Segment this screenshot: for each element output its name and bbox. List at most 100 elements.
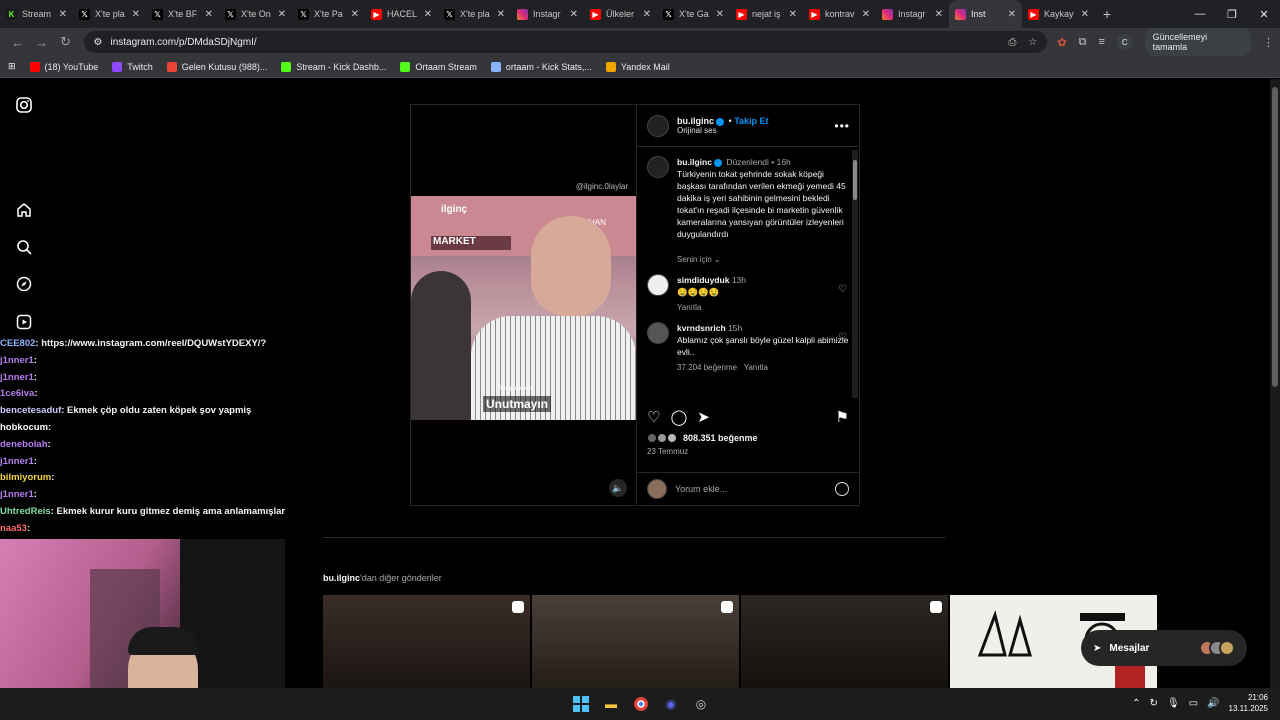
tab-close-icon[interactable]: ✕	[862, 9, 870, 20]
author-username[interactable]: bu.ilginc	[677, 116, 714, 126]
tab-close-icon[interactable]: ✕	[278, 9, 286, 20]
extensions-puzzle-icon[interactable]: ⧉	[1079, 36, 1087, 49]
browser-tab[interactable]: 𝕏 X'te On ✕	[219, 0, 292, 28]
media-controls-icon[interactable]: ≡	[1098, 36, 1104, 48]
tab-close-icon[interactable]: ✕	[205, 9, 213, 20]
grid-post[interactable]	[741, 595, 948, 688]
save-icon[interactable]: ⚑	[836, 408, 849, 426]
browser-tab[interactable]: Instagr ✕	[511, 0, 584, 28]
bookmark-item[interactable]: ortaam - Kick Stats,...	[490, 61, 592, 72]
microphone-icon[interactable]: 🎙	[1167, 698, 1180, 709]
bookmark-item[interactable]: Ortaam Stream	[400, 61, 477, 72]
menu-icon[interactable]: ⋮	[1263, 36, 1274, 49]
tab-close-icon[interactable]: ✕	[351, 9, 359, 20]
discord-icon[interactable]: ◉	[660, 693, 682, 715]
tab-close-icon[interactable]: ✕	[497, 9, 505, 20]
more-posts-user[interactable]: bu.ilginc	[323, 573, 360, 583]
comment-username[interactable]: kvrndsnrich	[677, 323, 726, 333]
author-avatar[interactable]	[647, 156, 669, 178]
reels-icon[interactable]	[14, 312, 34, 332]
maximize-icon[interactable]: ❐	[1216, 0, 1248, 28]
obs-icon[interactable]: ◎	[690, 693, 712, 715]
tray-chevron-icon[interactable]: ⌃	[1132, 698, 1140, 709]
clock[interactable]: 21:06 13.11.2025	[1229, 692, 1268, 714]
tab-close-icon[interactable]: ✕	[643, 9, 651, 20]
install-icon[interactable]: ⎙	[1008, 37, 1016, 48]
messages-button[interactable]: ➤ Mesajlar	[1081, 630, 1247, 666]
follow-button[interactable]: Takip Et	[734, 116, 768, 126]
browser-tab[interactable]: ▶ HACEL ✕	[365, 0, 438, 28]
chrome-icon[interactable]	[630, 693, 652, 715]
close-icon[interactable]: ✕	[1248, 0, 1280, 28]
bookmark-item[interactable]: Gelen Kutusu (988)...	[166, 61, 267, 72]
tab-close-icon[interactable]: ✕	[59, 9, 67, 20]
browser-tab[interactable]: ▶ Ülkeler ✕	[584, 0, 657, 28]
comment-input[interactable]: Yorum ekle...	[675, 484, 727, 494]
sync-icon[interactable]: ↻	[1150, 698, 1158, 709]
browser-tab[interactable]: Instagr ✕	[876, 0, 949, 28]
display-icon[interactable]: ▭	[1189, 698, 1198, 709]
page-scrollbar-thumb[interactable]	[1272, 87, 1278, 387]
likes-row[interactable]: 808.351 beğenme	[647, 433, 849, 443]
scrollbar-thumb[interactable]	[853, 160, 857, 200]
tab-close-icon[interactable]: ✕	[132, 9, 140, 20]
caption-username[interactable]: bu.ilginc	[677, 157, 712, 167]
browser-tab[interactable]: 𝕏 X'te pla ✕	[438, 0, 511, 28]
home-icon[interactable]	[14, 200, 34, 220]
browser-tab[interactable]: Inst ✕	[949, 0, 1022, 28]
bookmark-item[interactable]: Yandex Mail	[605, 61, 670, 72]
tab-close-icon[interactable]: ✕	[935, 9, 943, 20]
comment-username[interactable]: simdiduyduk	[677, 275, 729, 285]
translation-toggle[interactable]: Senin için ⌄	[677, 254, 849, 266]
url-bar[interactable]: ⚙ instagram.com/p/DMdaSDjNgmI/ ⎙ ☆	[83, 31, 1048, 53]
author-avatar[interactable]	[647, 114, 669, 137]
minimize-icon[interactable]: —	[1184, 0, 1216, 28]
audio-label[interactable]: Orijinal ses	[677, 126, 769, 135]
browser-tab[interactable]: 𝕏 X'te Pa ✕	[292, 0, 365, 28]
search-icon[interactable]	[14, 237, 34, 257]
like-icon[interactable]: ♡	[647, 408, 660, 426]
forward-icon[interactable]: →	[30, 30, 54, 54]
tab-close-icon[interactable]: ✕	[716, 9, 724, 20]
instagram-logo-icon[interactable]	[14, 95, 34, 115]
grid-post[interactable]	[323, 595, 530, 688]
commenter-avatar[interactable]	[647, 322, 669, 344]
comments-scrollbar[interactable]	[852, 150, 858, 398]
page-scrollbar[interactable]	[1270, 79, 1280, 688]
browser-tab[interactable]: 𝕏 X'te BF ✕	[146, 0, 219, 28]
browser-tab[interactable]: 𝕏 X'te pla ✕	[73, 0, 146, 28]
tab-close-icon[interactable]: ✕	[570, 9, 578, 20]
tab-close-icon[interactable]: ✕	[789, 9, 797, 20]
comment-like-icon[interactable]: ♡	[838, 284, 847, 295]
start-icon[interactable]	[570, 693, 592, 715]
commenter-avatar[interactable]	[647, 274, 669, 296]
browser-tab[interactable]: ▶ kontrav ✕	[803, 0, 876, 28]
bookmark-item[interactable]: Stream - Kick Dashb...	[281, 61, 386, 72]
explore-icon[interactable]	[14, 274, 34, 294]
reply-link[interactable]: Yanıtla	[744, 363, 768, 372]
tab-close-icon[interactable]: ✕	[1081, 9, 1089, 20]
comment-icon[interactable]: ◯	[670, 408, 687, 426]
emoji-icon[interactable]	[835, 482, 849, 496]
browser-tab[interactable]: 𝕏 X'te Ga ✕	[657, 0, 730, 28]
bookmark-star-icon[interactable]: ☆	[1028, 37, 1037, 48]
video-player[interactable]: MARKET ilginç AYHAN Takip etmeyi Unutmay…	[411, 196, 636, 420]
grid-post[interactable]	[532, 595, 739, 688]
browser-tab[interactable]: K Stream ✕	[0, 0, 73, 28]
comment-likes[interactable]: 37.204 beğenme	[677, 363, 737, 372]
more-options-icon[interactable]: •••	[834, 119, 850, 133]
post-media[interactable]: MARKET ilginç AYHAN Takip etmeyi Unutmay…	[411, 105, 636, 505]
share-icon[interactable]: ➤	[697, 408, 710, 426]
profile-avatar[interactable]: C	[1116, 34, 1133, 50]
back-icon[interactable]: ←	[6, 30, 30, 54]
reload-icon[interactable]: ↻	[54, 30, 78, 54]
extension-icon[interactable]: ✿	[1057, 36, 1066, 49]
site-info-icon[interactable]: ⚙	[94, 37, 103, 48]
browser-tab[interactable]: ▶ nejat iş ✕	[730, 0, 803, 28]
volume-icon[interactable]: 🔊	[1207, 698, 1219, 709]
mute-icon[interactable]: 🔈	[609, 479, 627, 497]
apps-icon[interactable]: ⊞	[8, 61, 16, 72]
bookmark-item[interactable]: Twitch	[112, 61, 153, 72]
update-button[interactable]: Güncellemeyi tamamla	[1144, 28, 1251, 56]
reply-link[interactable]: Yanıtla	[677, 302, 849, 314]
